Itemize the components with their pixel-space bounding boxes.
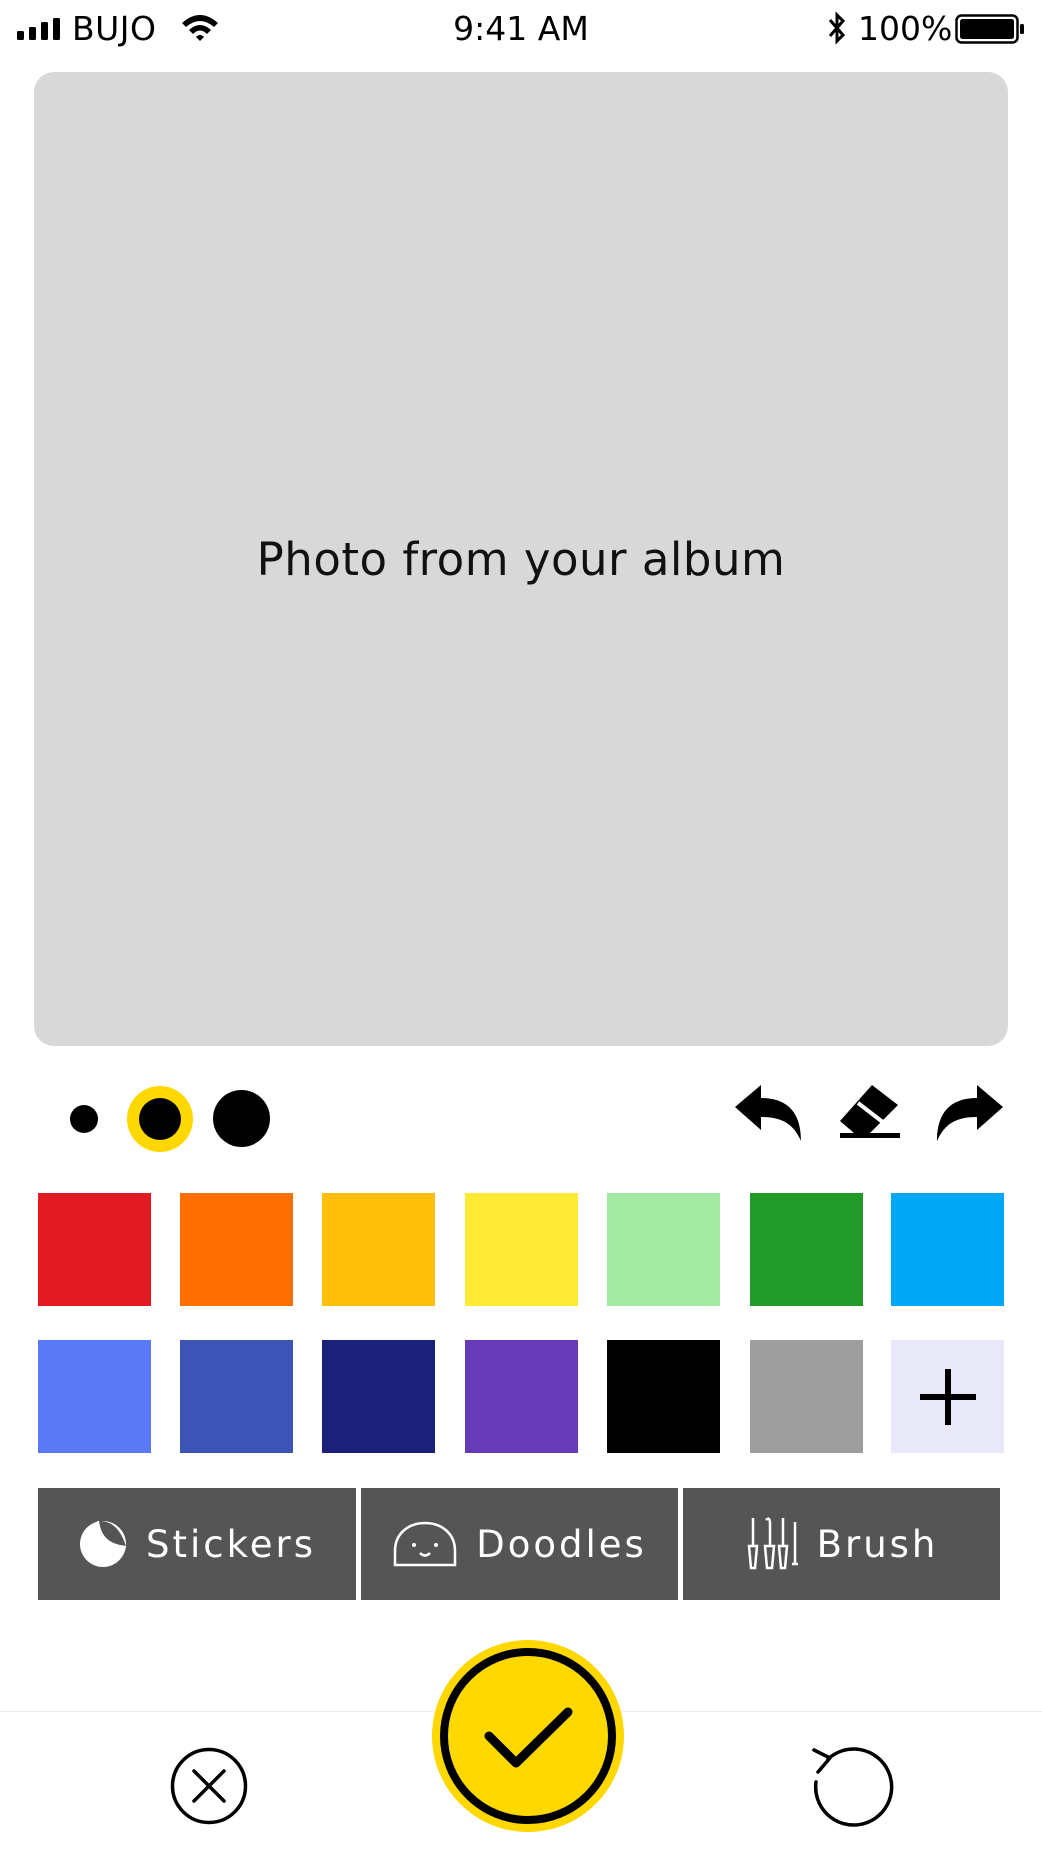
plus-icon [919, 1368, 976, 1425]
color-swatch-black[interactable] [607, 1340, 720, 1453]
status-bar: BUJO 9:41 AM 100% [0, 0, 1042, 60]
color-swatch-orange[interactable] [180, 1193, 293, 1306]
color-swatch-purple[interactable] [465, 1340, 578, 1453]
check-icon [440, 1648, 616, 1824]
close-circle-icon[interactable] [170, 1747, 248, 1825]
sticker-icon [80, 1520, 127, 1567]
bluetooth-icon [828, 11, 846, 45]
brush-size-medium[interactable] [139, 1098, 181, 1140]
tab-brush[interactable]: Brush [683, 1488, 1000, 1600]
color-swatch-red[interactable] [38, 1193, 151, 1306]
brushes-icon [747, 1517, 798, 1570]
battery-icon [955, 14, 1024, 44]
color-swatch-amber[interactable] [322, 1193, 435, 1306]
color-swatch-navy[interactable] [322, 1340, 435, 1453]
tab-brush-label: Brush [816, 1522, 939, 1566]
tab-stickers[interactable]: Stickers [38, 1488, 356, 1600]
brush-size-large[interactable] [213, 1090, 270, 1147]
color-swatch-light-green[interactable] [607, 1193, 720, 1306]
color-swatch-sky-blue[interactable] [891, 1193, 1004, 1306]
color-swatch-periwinkle[interactable] [38, 1340, 151, 1453]
photo-canvas[interactable]: Photo from your album [34, 72, 1008, 1046]
reset-icon[interactable] [806, 1742, 896, 1828]
redo-icon[interactable] [935, 1083, 1005, 1143]
confirm-button[interactable] [432, 1640, 624, 1832]
photo-placeholder-text: Photo from your album [256, 532, 786, 586]
eraser-icon[interactable] [836, 1083, 902, 1139]
color-swatch-yellow[interactable] [465, 1193, 578, 1306]
undo-icon[interactable] [733, 1083, 803, 1143]
color-swatch-indigo[interactable] [180, 1340, 293, 1453]
battery-percent: 100% [858, 9, 953, 48]
tab-stickers-label: Stickers [146, 1522, 316, 1566]
add-color-button[interactable] [891, 1340, 1004, 1453]
color-swatch-gray[interactable] [750, 1340, 863, 1453]
doodle-face-icon [393, 1521, 457, 1567]
tab-doodles-label: Doodles [476, 1522, 647, 1566]
tab-doodles[interactable]: Doodles [361, 1488, 678, 1600]
color-swatch-green[interactable] [750, 1193, 863, 1306]
brush-size-small[interactable] [70, 1105, 98, 1133]
